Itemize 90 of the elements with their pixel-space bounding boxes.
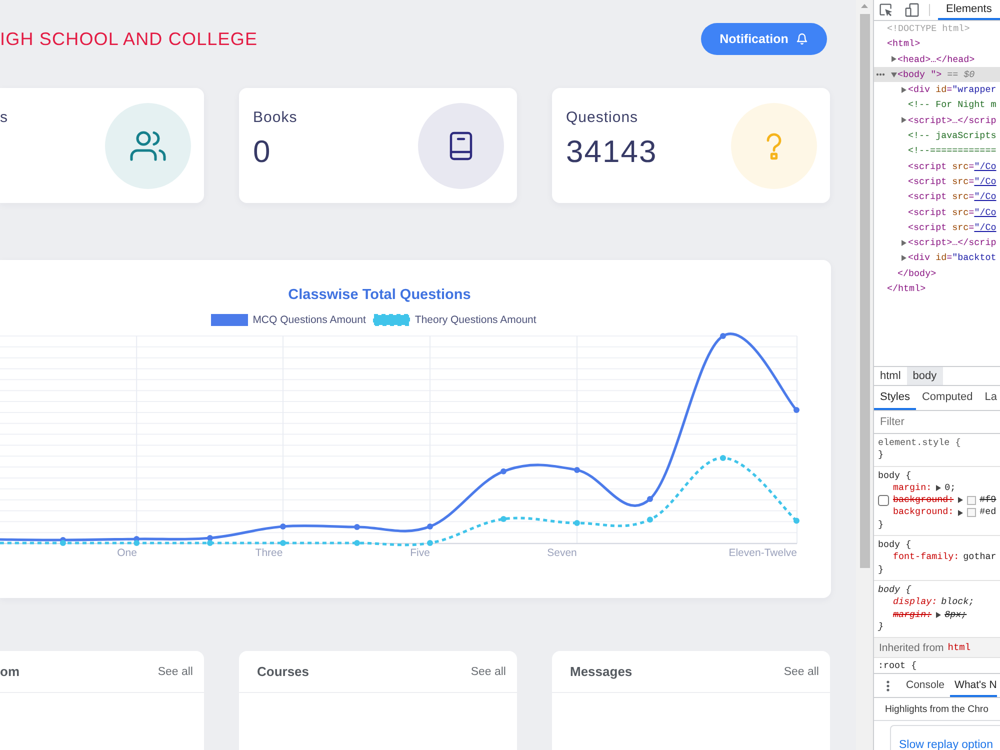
css-property: font-family: xyxy=(893,551,960,564)
triangle-icon[interactable] xyxy=(958,497,963,504)
css-value: block; xyxy=(941,596,974,609)
css-value: 8px; xyxy=(944,608,967,621)
dom-node[interactable]: <html> xyxy=(887,36,920,52)
see-all-link[interactable]: See all xyxy=(158,666,193,678)
legend-swatch-icon[interactable] xyxy=(372,314,410,326)
panel-title: Messages xyxy=(570,664,632,679)
devtools-tab[interactable]: Elements xyxy=(938,0,1000,20)
dom-node[interactable]: <head>…</head> xyxy=(890,52,975,67)
breadcrumb[interactable]: html xyxy=(874,367,907,385)
axis-label: One xyxy=(117,547,137,559)
styles-tab[interactable]: Computed xyxy=(916,386,979,410)
css-property: margin: xyxy=(893,482,932,494)
stat-label: s xyxy=(0,109,8,127)
css-brace: } xyxy=(878,620,884,634)
axis-label: Seven xyxy=(547,547,577,559)
checkbox[interactable] xyxy=(878,494,889,506)
triangle-icon[interactable] xyxy=(958,510,963,516)
css-selector: body { xyxy=(878,470,912,482)
axis-label: Three xyxy=(255,547,283,559)
css-brace: } xyxy=(878,564,884,576)
inherited-source[interactable]: html xyxy=(948,642,971,654)
scrollbar[interactable] xyxy=(856,0,873,750)
dom-node[interactable]: <!--============ xyxy=(908,143,996,159)
css-selector: body { xyxy=(878,584,912,596)
devices-icon[interactable] xyxy=(905,3,919,17)
css-property: margin: xyxy=(893,608,932,621)
axis-label: Five xyxy=(410,547,430,559)
stat-label: Questions xyxy=(566,109,638,127)
drawer-tab[interactable]: Console xyxy=(901,674,950,697)
triangle-icon[interactable] xyxy=(901,240,907,246)
axis-label: Eleven-Twelve xyxy=(728,547,797,559)
stat-value: 34143 xyxy=(566,134,658,170)
legend-label: MCQ Questions Amount xyxy=(252,314,366,326)
inherited-label: Inherited from xyxy=(879,642,944,654)
css-property: display: xyxy=(893,596,938,609)
dom-node[interactable]: <script src="/Co xyxy=(908,189,996,205)
triangle-icon[interactable] xyxy=(901,86,907,93)
dom-node[interactable]: <script>…</scrip xyxy=(901,235,996,250)
drawer-heading: Highlights from the Chro xyxy=(885,704,988,714)
breadcrumb[interactable]: body xyxy=(906,367,943,385)
drawer-tab[interactable]: What's N xyxy=(950,674,997,697)
stat-label: Books xyxy=(253,109,298,127)
legend-label: Theory Questions Amount xyxy=(414,314,536,326)
dom-node[interactable]: <!-- For Night m xyxy=(908,97,996,113)
dom-node[interactable]: </body> xyxy=(898,266,936,282)
bell-icon xyxy=(796,33,808,45)
chart-title: Classwise Total Questions xyxy=(288,286,471,304)
see-all-link[interactable]: See all xyxy=(470,666,506,678)
triangle-icon[interactable] xyxy=(890,56,896,62)
dom-node[interactable]: </html> xyxy=(887,281,926,296)
styles-tab[interactable]: La xyxy=(978,386,997,410)
css-selector: :root { xyxy=(878,660,917,672)
css-brace: } xyxy=(878,449,884,462)
css-selector: element.style { xyxy=(878,437,961,450)
dom-node[interactable]: <script src="/Co xyxy=(908,158,996,174)
see-all-link[interactable]: See all xyxy=(784,666,819,678)
triangle-icon[interactable] xyxy=(936,485,941,492)
dom-node[interactable]: <body "> == $0 xyxy=(874,66,1000,82)
color-swatch-icon[interactable] xyxy=(966,496,976,505)
legend-swatch-icon[interactable] xyxy=(210,314,248,326)
triangle-icon[interactable] xyxy=(901,117,907,124)
dom-node[interactable]: <script src="/Co xyxy=(908,220,996,236)
inspect-icon[interactable] xyxy=(879,3,893,17)
triangle-icon[interactable] xyxy=(936,612,941,618)
dots-icon[interactable] xyxy=(876,73,885,76)
menu-icon[interactable] xyxy=(886,680,890,692)
css-value: #f9 xyxy=(980,494,996,506)
panel-title: om xyxy=(0,664,20,679)
css-value: #ed xyxy=(980,506,996,519)
triangle-icon[interactable] xyxy=(901,255,907,262)
notification-button[interactable]: Notification xyxy=(701,23,827,55)
css-selector: body { xyxy=(878,539,912,552)
dom-node[interactable]: <script src="/Co xyxy=(908,174,996,190)
dom-node[interactable]: <!-- javaScripts xyxy=(908,128,996,144)
panel-title: Courses xyxy=(257,664,310,679)
css-value: gothar xyxy=(963,551,996,564)
color-swatch-icon[interactable] xyxy=(966,508,976,518)
dom-node[interactable]: <div id="backtot xyxy=(901,250,996,266)
dom-node[interactable]: <script src="/Co xyxy=(908,204,996,220)
dom-node[interactable]: <script>…</scrip xyxy=(901,112,996,128)
css-property: background: xyxy=(893,506,954,519)
scrollbar-thumb[interactable] xyxy=(860,14,870,568)
stat-value: 0 xyxy=(253,134,272,170)
css-property: background: xyxy=(893,494,954,506)
css-brace: } xyxy=(878,518,884,532)
css-value: 0; xyxy=(944,482,956,494)
dom-node[interactable]: <div id="wrapper xyxy=(901,82,996,98)
page-title: IGH SCHOOL AND COLLEGE xyxy=(0,28,258,50)
